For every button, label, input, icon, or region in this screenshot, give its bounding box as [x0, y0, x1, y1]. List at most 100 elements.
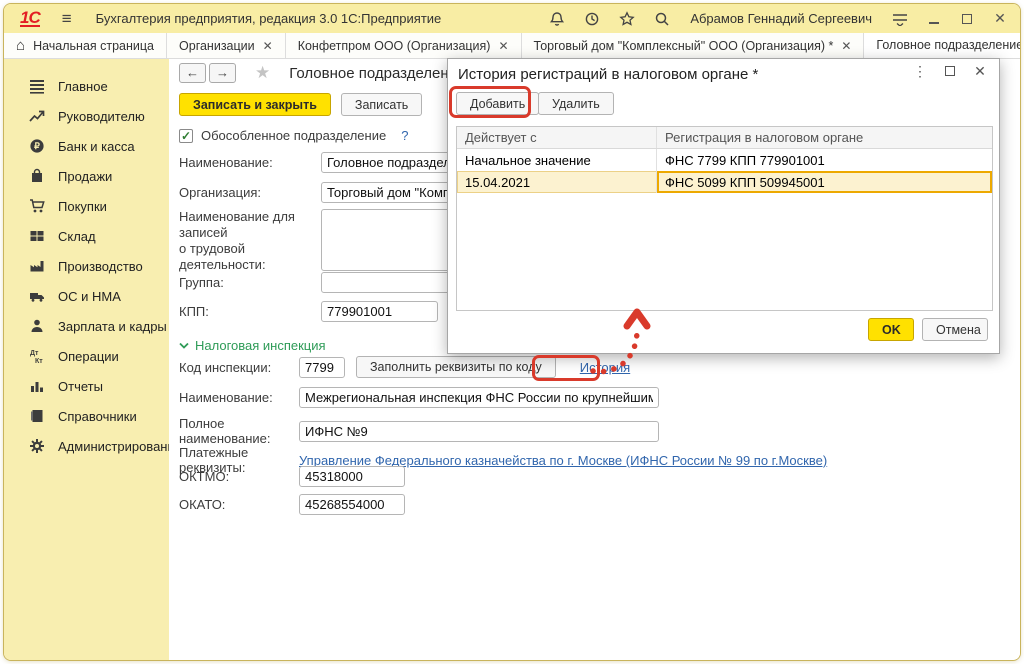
forward-button[interactable]: → [209, 63, 236, 83]
maximize-button[interactable] [959, 11, 975, 27]
cell-valid-from[interactable]: Начальное значение [457, 149, 657, 171]
close-window-button[interactable]: ✕ [992, 11, 1008, 27]
tax-inspection-section-toggle[interactable]: Налоговая инспекция [179, 338, 326, 353]
sidebar-item-sklad[interactable]: Склад [4, 221, 169, 251]
notifications-bell-icon[interactable] [548, 10, 566, 28]
labor-name-label-line1: Наименование для записей [179, 209, 295, 240]
sidebar-item-administrirovanie[interactable]: Администрирование [4, 431, 169, 461]
cell-valid-from[interactable]: 15.04.2021 [457, 171, 657, 193]
tab-home[interactable]: ⌂ Начальная страница [4, 33, 167, 58]
sidebar-label: Администрирование [58, 439, 182, 454]
service-menu-icon[interactable] [891, 10, 909, 28]
table-row[interactable]: Начальное значение ФНС 7799 КПП 77990100… [457, 149, 992, 171]
sidebar-item-spravochniki[interactable]: Справочники [4, 401, 169, 431]
save-button[interactable]: Записать [341, 93, 422, 116]
sidebar-item-os-i-nma[interactable]: ОС и НМА [4, 281, 169, 311]
group-label: Группа: [179, 275, 321, 290]
sidebar-label: Банк и касса [58, 139, 135, 154]
svg-text:Дт: Дт [30, 350, 39, 357]
kpp-input[interactable] [321, 301, 438, 322]
cancel-button[interactable]: Отмена [922, 318, 988, 341]
sidebar-item-proizvodstvo[interactable]: Производство [4, 251, 169, 281]
book-icon [29, 408, 45, 424]
cell-registration[interactable]: ФНС 7799 КПП 779901001 [657, 149, 992, 171]
bar-chart-icon [29, 378, 45, 394]
dialog-more-icon[interactable]: ⋮ [913, 64, 927, 78]
table-row-selected[interactable]: 15.04.2021 ФНС 5099 КПП 509945001 [457, 171, 992, 193]
sidebar-label: Отчеты [58, 379, 103, 394]
close-tab-icon[interactable]: ✕ [841, 39, 851, 53]
sidebar-item-bank-i-kassa[interactable]: ₽ Банк и касса [4, 131, 169, 161]
sidebar-item-otchety[interactable]: Отчеты [4, 371, 169, 401]
cart-icon [29, 198, 45, 214]
sidebar-label: Производство [58, 259, 143, 274]
shopping-bag-icon [29, 168, 45, 184]
tab-torgovy-dom[interactable]: Торговый дом "Комплексный" ООО (Организа… [522, 33, 865, 58]
tab-konfetprom[interactable]: Конфетпром ООО (Организация) ✕ [286, 33, 522, 58]
back-button[interactable]: ← [179, 63, 206, 83]
sidebar-label: Операции [58, 349, 119, 364]
sidebar-item-pokupki[interactable]: Покупки [4, 191, 169, 221]
main-menu-icon[interactable]: ≡ [62, 10, 72, 27]
labor-name-label-line2: о трудовой деятельности: [179, 241, 266, 272]
sidebar-label: Справочники [58, 409, 137, 424]
labor-name-label: Наименование для записей о трудовой деят… [179, 209, 321, 273]
1c-logo: 1С [20, 10, 40, 27]
sidebar-item-zarplata-i-kadry[interactable]: Зарплата и кадры [4, 311, 169, 341]
save-and-close-button[interactable]: Записать и закрыть [179, 93, 331, 116]
sidebar-label: Руководителю [58, 109, 145, 124]
dialog-close-icon[interactable]: ✕ [973, 64, 987, 78]
favorite-star-icon[interactable]: ★ [255, 63, 270, 83]
chevron-down-icon [179, 342, 189, 349]
delete-button[interactable]: Удалить [538, 92, 614, 115]
cell-registration[interactable]: ФНС 5099 КПП 509945001 [657, 171, 992, 193]
help-question-link[interactable]: ? [401, 128, 408, 143]
tax-full-name-input[interactable] [299, 421, 659, 442]
column-header-valid-from[interactable]: Действует с [457, 127, 657, 148]
tax-name-input[interactable] [299, 387, 659, 408]
tax-name-label: Наименование: [179, 390, 299, 405]
registration-history-dialog: История регистраций в налоговом органе *… [447, 58, 1000, 354]
column-header-registration[interactable]: Регистрация в налоговом органе [657, 127, 992, 148]
sidebar-label: ОС и НМА [58, 289, 121, 304]
tab-bar: ⌂ Начальная страница Организации ✕ Конфе… [4, 33, 1020, 59]
svg-text:Кт: Кт [35, 358, 43, 364]
separate-division-label: Обособленное подразделение [201, 128, 386, 143]
tab-label: Головное подразделение (Подразделение) [876, 38, 1021, 52]
search-icon[interactable] [653, 10, 671, 28]
okato-input[interactable] [299, 494, 405, 515]
name-label: Наименование: [179, 155, 321, 170]
ruble-circle-icon: ₽ [29, 138, 45, 154]
tab-golovnoe-podrazdelenie[interactable]: Головное подразделение (Подразделение) ✕ [864, 33, 1021, 58]
app-title: Бухгалтерия предприятия, редакция 3.0 1С… [96, 11, 442, 26]
organization-label: Организация: [179, 185, 321, 200]
history-link[interactable]: История [580, 360, 630, 375]
sidebar-item-operacii[interactable]: ДтКт Операции [4, 341, 169, 371]
trend-chart-icon [29, 108, 45, 124]
current-user[interactable]: Абрамов Геннадий Сергеевич [690, 11, 872, 26]
gear-icon [29, 438, 45, 454]
tab-label: Организации [179, 39, 255, 53]
dialog-maximize-icon[interactable] [943, 64, 957, 78]
minimize-button[interactable] [926, 11, 942, 27]
sidebar-label: Покупки [58, 199, 107, 214]
oktmo-label: ОКТМО: [179, 469, 299, 484]
table-header: Действует с Регистрация в налоговом орга… [457, 127, 992, 149]
sidebar-item-rukovoditelyu[interactable]: Руководителю [4, 101, 169, 131]
tab-organizations[interactable]: Организации ✕ [167, 33, 286, 58]
inspection-code-input[interactable] [299, 357, 345, 378]
fill-requisites-button[interactable]: Заполнить реквизиты по коду [356, 356, 556, 378]
history-icon[interactable] [583, 10, 601, 28]
truck-icon [29, 288, 45, 304]
sidebar-item-prodazhi[interactable]: Продажи [4, 161, 169, 191]
sidebar-item-glavnoe[interactable]: Главное [4, 71, 169, 101]
tab-label: Конфетпром ООО (Организация) [298, 39, 491, 53]
separate-division-checkbox[interactable]: ✓ [179, 129, 193, 143]
oktmo-input[interactable] [299, 466, 405, 487]
warehouse-grid-icon [29, 228, 45, 244]
favorites-star-icon[interactable] [618, 10, 636, 28]
close-tab-icon[interactable]: ✕ [498, 39, 508, 53]
ok-button[interactable]: OK [868, 318, 914, 341]
close-tab-icon[interactable]: ✕ [263, 39, 273, 53]
add-button[interactable]: Добавить [456, 92, 539, 115]
